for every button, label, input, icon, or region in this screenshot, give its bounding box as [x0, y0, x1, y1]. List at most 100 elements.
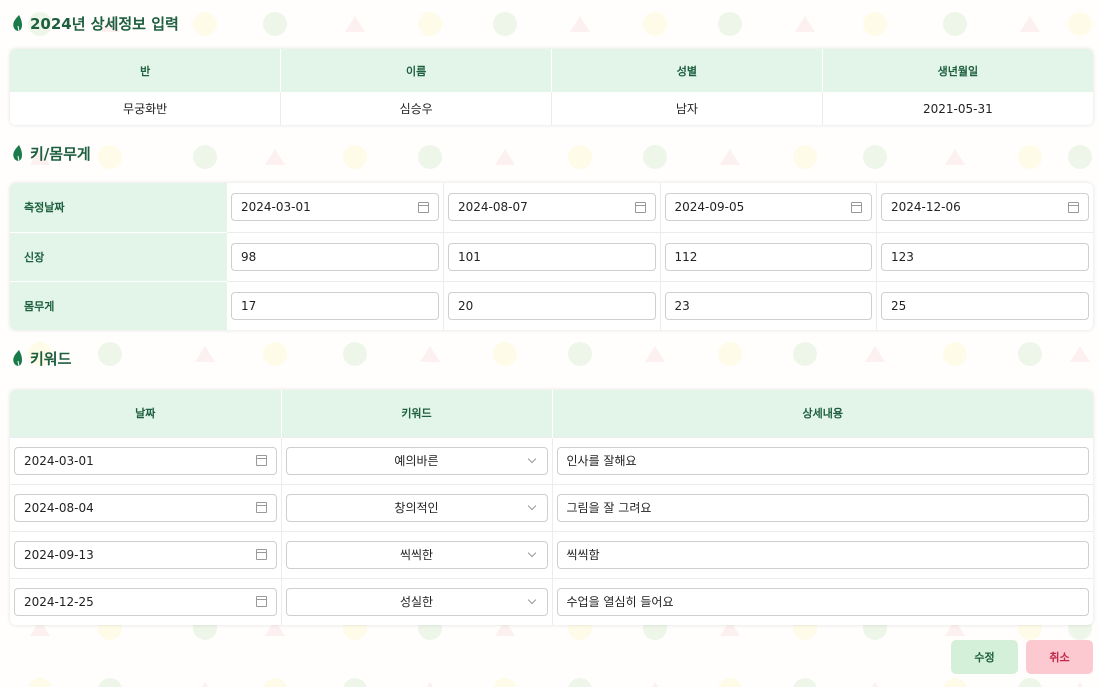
bg-dot — [718, 342, 742, 366]
detail-input[interactable]: 씩씩함 — [556, 540, 1089, 569]
growth-row: 몸무게 17 20 23 25 — [10, 280, 1093, 330]
bg-dot — [418, 12, 442, 36]
calendar-icon[interactable] — [255, 502, 267, 513]
field-value: 2024-09-13 — [24, 547, 94, 562]
info-section-title-text: 2024년 상세정보 입력 — [30, 14, 179, 33]
number-input[interactable]: 25 — [881, 291, 1089, 320]
date-input[interactable]: 2024-12-06 — [881, 193, 1089, 222]
bg-triangle — [865, 346, 885, 362]
bg-triangle — [865, 682, 885, 687]
info-value-cell: 심승우 — [280, 92, 552, 125]
number-input[interactable]: 23 — [664, 291, 872, 320]
date-input[interactable]: 2024-03-01 — [14, 446, 277, 475]
student-info-card: 반 이름 성별 생년월일 무궁화반 심승우 남자 2021-05-31 — [10, 49, 1093, 125]
number-input[interactable]: 20 — [448, 291, 656, 320]
calendar-icon[interactable] — [1068, 201, 1079, 213]
date-input[interactable]: 2024-03-01 — [231, 193, 439, 222]
bg-dot — [493, 678, 517, 687]
field-value: 2024-12-25 — [24, 594, 94, 609]
bg-dot — [98, 678, 122, 687]
cancel-button[interactable]: 취소 — [1026, 640, 1093, 674]
bg-triangle — [720, 149, 740, 165]
bg-dot — [568, 342, 592, 366]
leaf-icon — [13, 349, 22, 366]
number-input[interactable]: 101 — [448, 242, 656, 271]
bg-dot — [493, 12, 517, 36]
keyword-row: 2024-09-13 씩씩한 씩씩함 — [10, 530, 1093, 578]
field-value: 2024-08-04 — [24, 500, 94, 515]
bg-dot — [863, 145, 887, 169]
bg-dot — [718, 678, 742, 687]
detail-input[interactable]: 그림을 잘 그려요 — [556, 493, 1089, 522]
bg-dot — [568, 145, 592, 169]
calendar-icon[interactable] — [255, 455, 267, 466]
info-header-cell: 성별 — [551, 49, 823, 92]
bg-dot — [943, 342, 967, 366]
info-value-cell: 무궁화반 — [10, 92, 282, 125]
field-value: 2024-03-01 — [24, 453, 94, 468]
bg-triangle — [1070, 682, 1090, 687]
leaf-icon — [13, 144, 22, 161]
field-value: 25 — [891, 298, 907, 313]
save-button[interactable]: 수정 — [951, 640, 1018, 674]
growth-value-cell: 20 — [443, 280, 661, 330]
bg-dot — [1018, 145, 1042, 169]
bg-dot — [343, 342, 367, 366]
field-value: 수업을 열심히 들어요 — [566, 595, 674, 610]
keyword-header-cell: 날짜 — [10, 390, 282, 437]
field-value: 112 — [674, 249, 698, 264]
bg-triangle — [195, 346, 215, 362]
bg-dot — [1018, 678, 1042, 687]
info-section-title: 2024년 상세정보 입력 — [12, 13, 179, 33]
growth-value-cell: 123 — [876, 231, 1093, 281]
date-input[interactable]: 2024-08-04 — [14, 493, 277, 522]
field-value: 2024-12-06 — [891, 200, 961, 215]
bg-dot — [193, 145, 217, 169]
chevron-down-icon — [527, 454, 536, 463]
calendar-icon[interactable] — [255, 596, 267, 608]
keyword-select[interactable]: 성실한 — [285, 587, 548, 616]
keyword-detail-cell: 수업을 열심히 들어요 — [552, 577, 1093, 625]
keyword-section-title: 키워드 — [12, 348, 71, 368]
field-value: 23 — [674, 298, 690, 313]
chevron-down-icon — [527, 548, 536, 557]
date-input[interactable]: 2024-09-05 — [664, 193, 872, 222]
keyword-select-cell: 성실한 — [281, 577, 553, 625]
date-input[interactable]: 2024-08-07 — [448, 193, 656, 222]
keyword-select[interactable]: 창의적인 — [285, 493, 548, 522]
growth-value-cell: 101 — [443, 231, 661, 281]
keyword-select[interactable]: 예의바른 — [285, 446, 548, 475]
keyword-row: 2024-08-04 창의적인 그림을 잘 그려요 — [10, 483, 1093, 531]
number-input[interactable]: 123 — [881, 242, 1089, 271]
date-input[interactable]: 2024-09-13 — [14, 540, 277, 569]
calendar-icon[interactable] — [634, 201, 646, 213]
bg-dot — [943, 12, 967, 36]
keyword-table: 날짜 키워드 상세내용 2024-03-01 예의바른 인사를 잘해요 2024-08-0… — [10, 390, 1093, 625]
number-input[interactable]: 98 — [231, 242, 439, 271]
bg-triangle — [645, 682, 665, 687]
date-input[interactable]: 2024-12-25 — [14, 587, 277, 616]
calendar-icon[interactable] — [851, 201, 862, 213]
calendar-icon[interactable] — [255, 549, 267, 560]
detail-input[interactable]: 수업을 열심히 들어요 — [556, 587, 1089, 616]
growth-row-label: 측정날짜 — [10, 183, 227, 232]
bg-dot — [943, 678, 967, 687]
field-value: 인사를 잘해요 — [566, 454, 637, 468]
keyword-header-cell: 키워드 — [281, 390, 553, 437]
info-value-cell: 2021-05-31 — [923, 101, 993, 116]
bg-dot — [793, 678, 817, 687]
bg-triangle — [570, 16, 590, 32]
field-value: 123 — [891, 249, 914, 264]
bg-dot — [1068, 145, 1092, 169]
field-value: 98 — [241, 249, 257, 264]
number-input[interactable]: 112 — [664, 242, 872, 271]
detail-input[interactable]: 인사를 잘해요 — [556, 446, 1089, 475]
growth-value-cell: 2024-03-01 — [227, 183, 444, 232]
bg-dot — [263, 12, 287, 36]
bg-dot — [98, 145, 122, 169]
growth-value-cell: 17 — [227, 280, 444, 330]
keyword-date-cell: 2024-09-13 — [10, 530, 282, 578]
calendar-icon[interactable] — [418, 201, 429, 213]
keyword-select[interactable]: 씩씩한 — [285, 540, 548, 569]
number-input[interactable]: 17 — [231, 291, 439, 320]
